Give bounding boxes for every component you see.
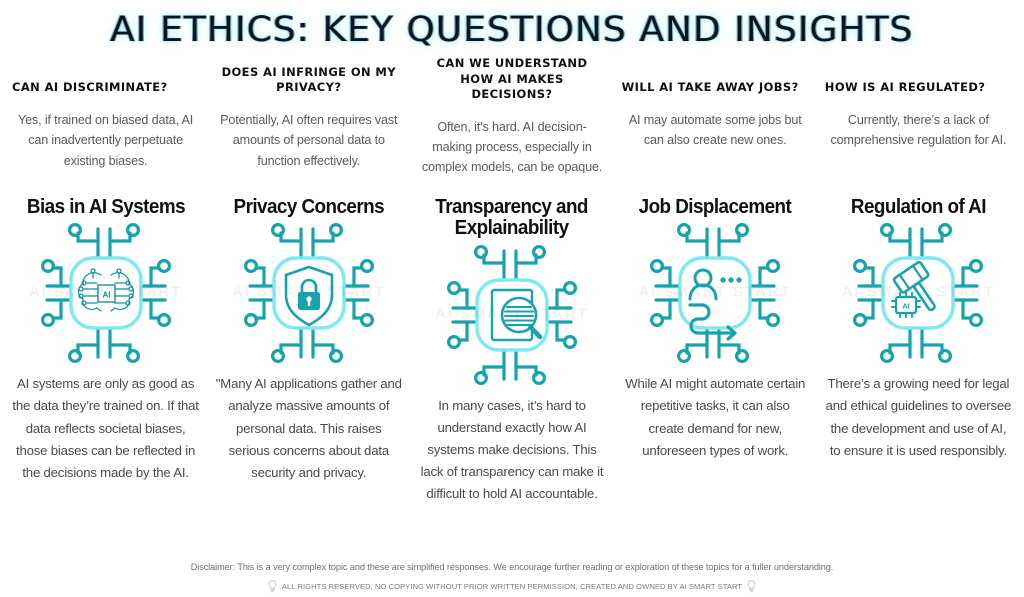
question-text-2: CAN WE UNDERSTAND HOW AI MAKES DECISIONS… — [436, 56, 588, 102]
document-magnifier-icon — [446, 244, 577, 385]
question-column-3: WILL AI TAKE AWAY JOBS? AI may automate … — [614, 56, 817, 178]
copyright-text: ALL RIGHTS RESERVED, NO COPYING WITHOUT … — [281, 582, 743, 591]
body-text-0: AI systems are only as good as the data … — [12, 376, 199, 480]
body-text-1: "Many AI applications gather and analyze… — [215, 376, 402, 480]
person-path-arrow-icon — [650, 223, 781, 364]
lightbulb-icon-left — [268, 580, 277, 593]
topic-column-regulation: Regulation of AI AI SMART START — [817, 196, 1020, 506]
topic-column-privacy: Privacy Concerns AI SMART START — [207, 196, 410, 506]
question-column-0: CAN AI DISCRIMINATE? Yes, if trained on … — [4, 56, 207, 178]
section-heading-4: Regulation of AI — [850, 194, 987, 218]
answer-text-1: Potentially, AI often requires vast amou… — [220, 113, 398, 168]
title-bar: AI ETHICS: KEY QUESTIONS AND INSIGHTS — [0, 0, 1024, 56]
disclaimer-text: Disclaimer: This is a very complex topic… — [190, 562, 834, 572]
svg-text:AI: AI — [903, 302, 911, 311]
question-text-0: CAN AI DISCRIMINATE? — [12, 80, 168, 95]
footer: Disclaimer: This is a very complex topic… — [0, 562, 1024, 593]
question-column-1: DOES AI INFRINGE ON MY PRIVACY? Potentia… — [207, 56, 410, 178]
body-text-2: In many cases, it’s hard to understand e… — [420, 397, 604, 502]
answer-text-3: AI may automate some jobs but can also c… — [628, 113, 802, 148]
question-text-1: DOES AI INFRINGE ON MY PRIVACY? — [221, 64, 397, 95]
answer-text-0: Yes, if trained on biased data, AI can i… — [18, 113, 194, 168]
questions-row: CAN AI DISCRIMINATE? Yes, if trained on … — [0, 56, 1024, 178]
icon-container-0: AI SMART START — [29, 223, 181, 364]
gavel-chip-icon: AI — [853, 223, 984, 364]
icon-container-4: AI SMART START — [842, 223, 993, 364]
icon-container-2: AI SMART START — [435, 244, 587, 385]
section-heading-2: Transparency and Explainability — [435, 194, 589, 240]
icon-container-1: AI SMART START — [232, 223, 384, 364]
answer-text-2: Often, it’s hard. AI decision-making pro… — [421, 119, 603, 175]
ai-brain-chip-icon: AI — [40, 223, 171, 364]
topics-row: Bias in AI Systems AI SMART START — [0, 194, 1024, 506]
question-column-4: HOW IS AI REGULATED? Currently, there’s … — [817, 56, 1020, 178]
lightbulb-icon-right — [747, 580, 756, 593]
section-heading-1: Privacy Concerns — [233, 194, 385, 218]
answer-text-4: Currently, there’s a lack of comprehensi… — [830, 113, 1007, 148]
section-heading-3: Job Displacement — [638, 194, 792, 218]
page-title: AI ETHICS: KEY QUESTIONS AND INSIGHTS — [110, 10, 914, 50]
svg-text:AI: AI — [102, 291, 110, 300]
topic-column-transparency: Transparency and Explainability AI SMART… — [410, 194, 613, 506]
body-text-3: While AI might automate certain repetiti… — [625, 376, 806, 458]
topic-column-jobs: Job Displacement AI SMART START — [614, 196, 817, 506]
question-text-3: WILL AI TAKE AWAY JOBS? — [621, 80, 799, 95]
section-heading-0: Bias in AI Systems — [26, 194, 186, 218]
topic-column-bias: Bias in AI Systems AI SMART START — [4, 196, 207, 506]
shield-lock-icon — [243, 223, 374, 364]
icon-container-3: AI SMART START — [638, 223, 790, 364]
body-text-4: There’s a growing need for legal and eth… — [825, 376, 1012, 458]
copyright-row: ALL RIGHTS RESERVED, NO COPYING WITHOUT … — [268, 580, 756, 593]
question-column-2: CAN WE UNDERSTAND HOW AI MAKES DECISIONS… — [410, 56, 613, 178]
question-text-4: HOW IS AI REGULATED? — [824, 80, 986, 95]
